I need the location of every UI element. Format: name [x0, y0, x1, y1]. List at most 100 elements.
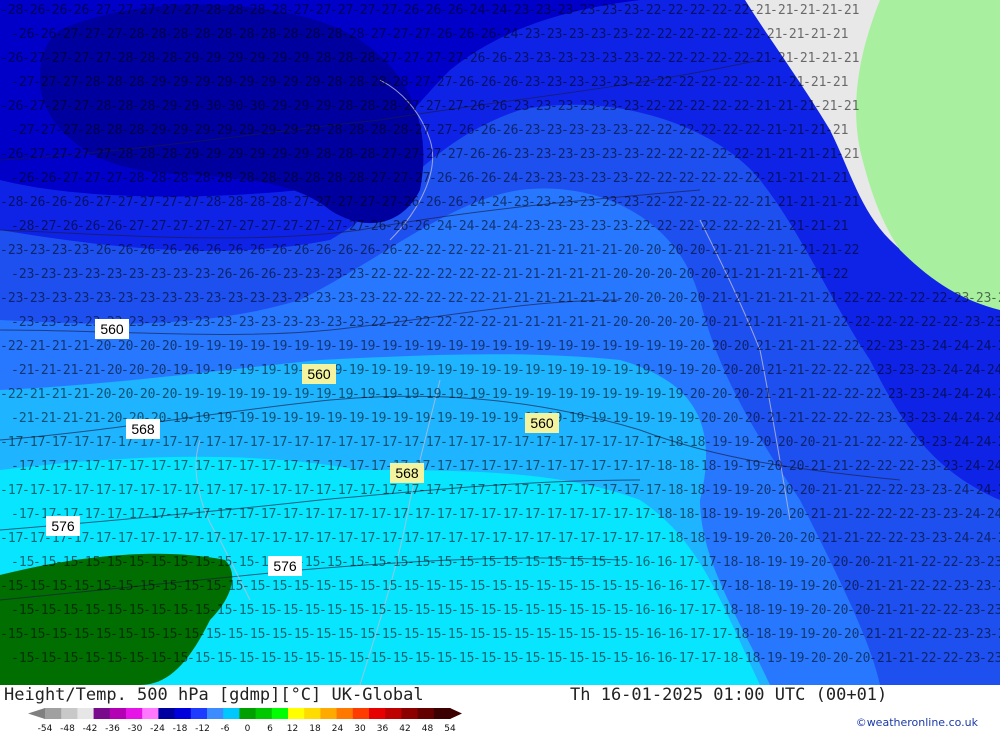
temp-value: -27: [396, 51, 419, 66]
temp-value: -15: [572, 579, 595, 594]
temp-value: -23: [506, 99, 529, 114]
temp-value: -27: [363, 27, 386, 42]
temp-value: -23: [22, 243, 45, 258]
temp-value: -15: [495, 555, 518, 570]
temp-value: -28: [110, 147, 133, 162]
temp-value: -27: [253, 219, 276, 234]
temp-value: -15: [176, 627, 199, 642]
temp-value: -27: [154, 3, 177, 18]
temp-value: -15: [363, 651, 386, 666]
temp-value: -18: [660, 435, 683, 450]
temp-value: -17: [506, 483, 529, 498]
temp-value: -23: [946, 291, 969, 306]
temp-value: -16: [627, 651, 650, 666]
legend-swatch: [158, 708, 176, 719]
temp-value: -21: [781, 171, 804, 186]
temp-value: -21: [825, 75, 848, 90]
temp-value: -24: [990, 531, 1000, 546]
temp-value: -22: [682, 147, 705, 162]
temp-value: -15: [198, 627, 221, 642]
temp-value: -21: [704, 243, 727, 258]
temp-value: -23: [517, 123, 540, 138]
temp-value: -27: [330, 195, 353, 210]
temp-value: -19: [440, 387, 463, 402]
temp-value: -15: [110, 579, 133, 594]
temp-value: -23: [946, 579, 969, 594]
temp-value: -17: [682, 627, 705, 642]
temp-value: -29: [143, 123, 166, 138]
temp-value: -26: [264, 243, 287, 258]
temp-value: -22: [649, 123, 672, 138]
temp-value: -20: [638, 243, 661, 258]
temp-value: -17: [517, 459, 540, 474]
temp-value: -21: [770, 339, 793, 354]
temp-value: -15: [385, 555, 408, 570]
temp-value: -26: [451, 123, 474, 138]
temp-value: -21: [803, 267, 826, 282]
temp-value: -22: [660, 3, 683, 18]
credit-link[interactable]: ©weatheronline.co.uk: [856, 716, 978, 729]
temp-value: -21: [781, 411, 804, 426]
temp-value: -21: [836, 147, 859, 162]
temp-value: -28: [352, 51, 375, 66]
temp-value: -24: [451, 219, 475, 234]
temp-value: -27: [121, 219, 144, 234]
legend-swatch: [401, 708, 419, 719]
temp-value: -22: [913, 315, 936, 330]
temp-value: -22: [473, 267, 496, 282]
temp-value: -17: [374, 435, 397, 450]
temp-value: -24: [935, 411, 959, 426]
legend-tick-label: 36: [377, 724, 389, 733]
temp-value: -28: [165, 27, 188, 42]
temp-value: -22: [440, 243, 463, 258]
temp-value: -24: [495, 27, 519, 42]
temp-value: -29: [231, 75, 254, 90]
temp-value: -20: [99, 363, 122, 378]
temp-value: -19: [726, 435, 749, 450]
temp-value: -23: [946, 627, 969, 642]
temp-value: -20: [627, 267, 650, 282]
temp-value: -15: [495, 603, 518, 618]
temp-value: -27: [352, 195, 375, 210]
temp-value: -17: [176, 483, 199, 498]
temp-value: -22: [704, 51, 727, 66]
temp-value: -21: [572, 243, 595, 258]
temp-value: -27: [319, 219, 342, 234]
temp-value: -23: [506, 51, 529, 66]
temp-value: -17: [396, 531, 419, 546]
temp-value: -19: [418, 387, 441, 402]
temp-value: -15: [484, 579, 507, 594]
temp-value: -17: [231, 459, 254, 474]
contour-label-560-b: 560: [302, 364, 336, 384]
temp-value: -30: [198, 99, 221, 114]
temp-value: -15: [242, 627, 265, 642]
temp-value: -17: [143, 459, 166, 474]
temp-value: -17: [121, 459, 144, 474]
temp-value: -19: [660, 387, 683, 402]
temp-value: -26: [176, 243, 199, 258]
temp-value: -27: [44, 51, 67, 66]
temp-value: -15: [429, 603, 452, 618]
legend-swatch: [385, 708, 402, 719]
temp-value: -26: [451, 75, 474, 90]
legend-swatch: [61, 708, 78, 719]
temp-value: -23: [539, 123, 562, 138]
temp-value: -23: [143, 267, 166, 282]
temp-value: -21: [792, 291, 815, 306]
temp-value: -17: [66, 483, 89, 498]
temp-value: -19: [737, 459, 760, 474]
temp-value: -23: [902, 435, 925, 450]
temp-value: -26: [44, 3, 67, 18]
temp-value: -22: [814, 387, 837, 402]
temp-value: -20: [836, 627, 859, 642]
temp-value: -22: [649, 171, 672, 186]
temp-value: -27: [407, 75, 430, 90]
temp-value: -21: [748, 291, 771, 306]
temp-value: -21: [550, 243, 573, 258]
temp-value: -17: [583, 507, 606, 522]
temp-value: -23: [517, 171, 540, 186]
temp-value: -19: [704, 483, 727, 498]
temp-value: -26: [110, 243, 133, 258]
temp-value: -21: [803, 75, 826, 90]
temp-value: -20: [627, 315, 650, 330]
